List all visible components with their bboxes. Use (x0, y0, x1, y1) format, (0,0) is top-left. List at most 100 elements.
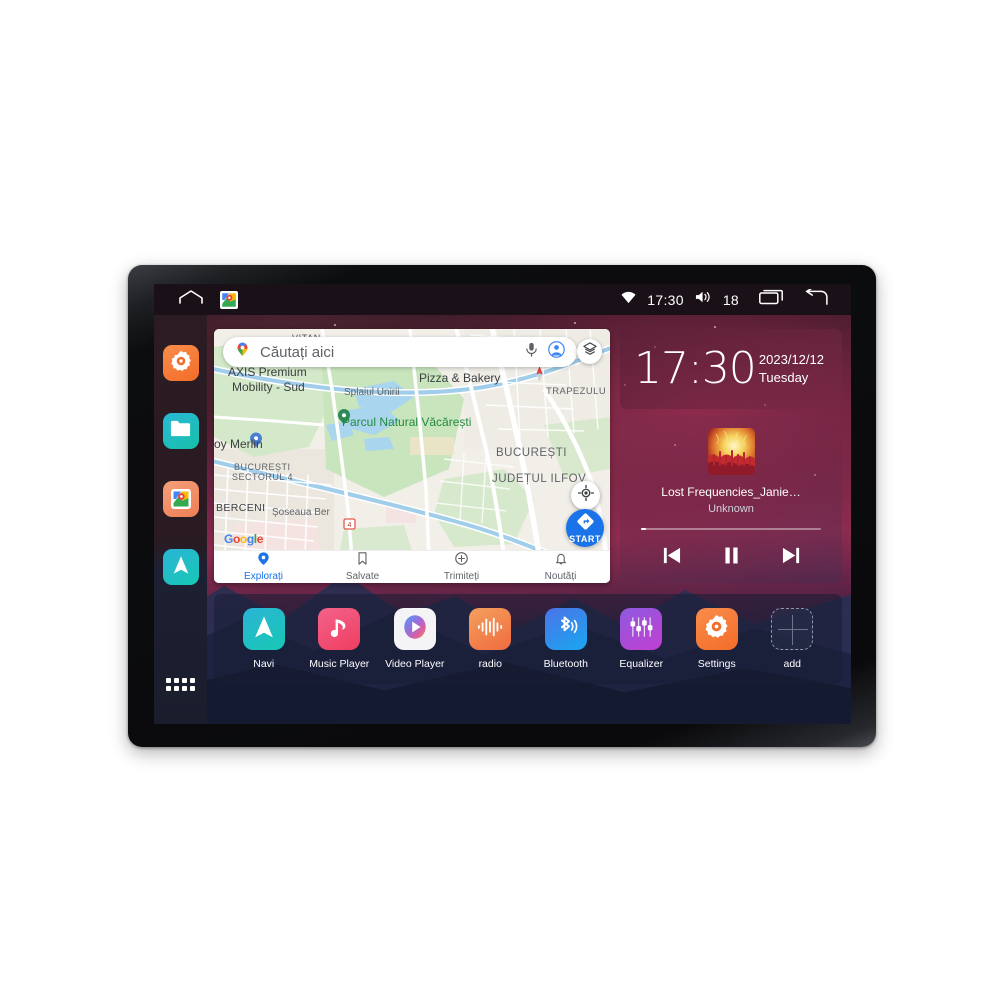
home-icon[interactable] (178, 289, 204, 310)
clock-date-block: 2023/12/12 Tuesday (759, 351, 828, 386)
google-attribution: Google (224, 532, 263, 546)
map-search-bar[interactable]: Căutați aici (223, 337, 577, 367)
google-maps-icon[interactable] (220, 290, 238, 309)
radio-icon-tile[interactable] (469, 608, 512, 650)
status-bar-left (154, 289, 238, 310)
map-label: BUCUREȘTI (234, 462, 291, 472)
skip-previous-icon[interactable] (661, 546, 682, 570)
my-location-icon (577, 484, 594, 506)
map-label: JUDEȚUL ILFOV (492, 473, 587, 485)
clock-widget[interactable]: 17:30 2023/12/12 Tuesday (620, 329, 842, 409)
playback-progress-slider[interactable] (641, 528, 821, 530)
pause-icon[interactable] (724, 546, 739, 570)
dock-item-label: Bluetooth (543, 658, 588, 670)
microphone-icon[interactable] (525, 342, 538, 362)
add-placeholder-icon[interactable] (771, 608, 814, 650)
play-circle-icon (401, 613, 429, 646)
map-start-navigation-button[interactable]: START (566, 509, 604, 547)
navigation-arrow-icon (251, 614, 277, 645)
dock-item-label: Settings (697, 658, 736, 670)
clock-date: 2023/12/12 (758, 352, 824, 368)
google-maps-widget[interactable]: 4 VITANAXIS PremiumMobility - SudPizza &… (214, 329, 610, 583)
back-icon[interactable] (804, 286, 829, 311)
dock-item-navi[interactable]: Navi (233, 608, 295, 670)
navigation-arrow-icon (170, 554, 192, 581)
dock-item-music-player[interactable]: Music Player (308, 608, 370, 670)
recent-apps-icon[interactable] (759, 289, 783, 310)
folder-icon (169, 417, 192, 445)
map-label: Mobility - Sud (232, 380, 305, 394)
skip-next-icon[interactable] (781, 546, 802, 570)
track-artist: Unknown (708, 503, 754, 515)
track-title: Lost Frequencies_Janie… (661, 485, 801, 499)
landmark-pin-icon (536, 366, 543, 382)
map-tab-label: Noutăți (544, 571, 577, 582)
video-player-icon-tile[interactable] (393, 608, 436, 650)
dock-item-label: Navi (253, 658, 275, 670)
sidebar-item-settings[interactable] (162, 345, 199, 381)
status-bar-right: 17:30 18 (621, 286, 851, 311)
map-label: Șoseaua Ber (272, 507, 330, 518)
map-label: Parcul Natural Văcărești (342, 415, 472, 429)
my-location-button[interactable] (571, 481, 600, 510)
dock-item-label: Video Player (385, 658, 445, 670)
settings-icon-tile[interactable] (695, 608, 738, 650)
map-layers-button[interactable] (577, 339, 602, 364)
album-art (707, 428, 755, 475)
dock-item-radio[interactable]: radio (459, 608, 521, 670)
dock-item-bluetooth[interactable]: Bluetooth (535, 608, 597, 670)
map-tab-contribute[interactable]: Trimiteți (412, 552, 511, 582)
map-search-input[interactable]: Căutați aici (260, 344, 525, 361)
music-controls (661, 546, 802, 570)
equalizer-sliders-icon (629, 616, 654, 643)
map-tab-saved[interactable]: Salvate (313, 552, 412, 582)
google-letter: e (256, 532, 264, 546)
maps-pin-icon (170, 489, 191, 509)
map-tab-updates[interactable]: Noutăți (511, 552, 610, 582)
dock-item-equalizer[interactable]: Equalizer (610, 608, 672, 670)
grid-dot (166, 686, 171, 691)
map-tab-label: Trimiteți (443, 571, 480, 582)
music-player-icon-tile[interactable] (318, 608, 361, 650)
grid-dot (182, 686, 187, 691)
head-unit-device: 17:30 18 4 AXIS Premium Mobility - Sud P… (128, 265, 876, 747)
dock-item-add[interactable]: add (761, 608, 823, 670)
wifi-icon (621, 291, 636, 309)
map-label: SECTORUL 4 (232, 472, 294, 482)
dock-item-label: radio (478, 658, 502, 670)
dock-item-video-player[interactable]: Video Player (384, 608, 446, 670)
grid-dot (190, 686, 195, 691)
account-circle-icon[interactable] (548, 341, 565, 363)
google-letter: G (224, 532, 233, 546)
status-time: 17:30 (647, 291, 684, 308)
map-label: Splaiul Unirii (344, 387, 400, 398)
map-label: BUCUREȘTI (496, 447, 567, 459)
volume-level: 18 (722, 291, 739, 308)
google-letter: o (239, 532, 247, 546)
bell-icon (555, 552, 567, 570)
navi-icon-tile[interactable] (242, 608, 285, 650)
bluetooth-icon-tile[interactable] (544, 608, 587, 650)
status-bar: 17:30 18 (154, 284, 851, 315)
dock-item-settings[interactable]: Settings (686, 608, 748, 670)
map-tab-label: Salvate (345, 571, 380, 582)
sidebar-item-file-manager[interactable] (162, 413, 199, 449)
map-tab-explore[interactable]: Explorați (214, 552, 313, 582)
dock-item-label: Equalizer (619, 658, 664, 670)
grid-dot (174, 678, 179, 683)
map-label: oy Merlin (214, 437, 263, 451)
layers-icon (582, 342, 597, 361)
svg-text:4: 4 (348, 522, 352, 529)
sidebar-item-navigation[interactable] (162, 549, 199, 585)
location-pin-icon (258, 552, 269, 570)
equalizer-icon-tile[interactable] (620, 608, 663, 650)
left-sidebar (154, 315, 207, 724)
volume-icon[interactable] (695, 290, 712, 309)
sidebar-item-google-maps[interactable] (162, 481, 199, 517)
gear-icon (703, 613, 730, 645)
grid-dot (182, 678, 187, 683)
music-player-widget[interactable]: Lost Frequencies_Janie… Unknown (620, 416, 842, 583)
radio-waves-icon (477, 616, 503, 643)
app-drawer-button[interactable] (166, 678, 195, 691)
music-note-icon (327, 615, 351, 644)
